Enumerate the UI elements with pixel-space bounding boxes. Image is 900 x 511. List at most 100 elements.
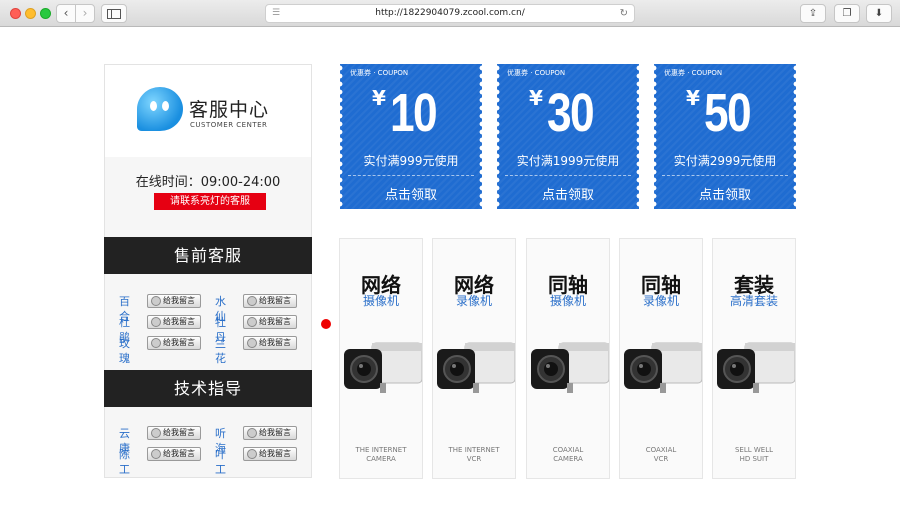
coupon-divider bbox=[348, 175, 474, 176]
leave-message-button[interactable]: 给我留言 bbox=[243, 447, 297, 461]
qq-icon bbox=[247, 338, 257, 348]
product-subtitle[interactable]: 录像机 bbox=[620, 292, 702, 309]
claim-coupon-button[interactable]: 点击领取 bbox=[654, 184, 796, 203]
leave-message-button[interactable]: 给我留言 bbox=[243, 426, 297, 440]
leave-message-button[interactable]: 给我留言 bbox=[243, 294, 297, 308]
service-logo: 客服中心 CUSTOMER CENTER bbox=[105, 65, 311, 157]
minimize-window-button[interactable] bbox=[25, 8, 36, 19]
agent-name[interactable]: 兰花 bbox=[215, 336, 226, 366]
service-title: 客服中心 bbox=[189, 99, 270, 121]
product-card[interactable]: 套装 高清套装 SELL WELL HD SUIT bbox=[712, 238, 796, 479]
product-english: THE INTERNET CAMERA bbox=[340, 446, 422, 464]
leave-message-label: 给我留言 bbox=[259, 428, 291, 437]
chevron-right-icon: › bbox=[82, 6, 88, 20]
sidebar-icon bbox=[107, 9, 121, 19]
qq-icon bbox=[151, 317, 161, 327]
product-english: COAXIAL CAMERA bbox=[527, 446, 609, 464]
product-en-line2: HD SUIT bbox=[739, 455, 769, 463]
show-tabs-button[interactable]: ❐ bbox=[834, 4, 860, 23]
close-window-button[interactable] bbox=[10, 8, 21, 19]
downloads-button[interactable]: ⬇ bbox=[866, 4, 892, 23]
product-image[interactable] bbox=[715, 339, 796, 399]
product-en-line1: SELL WELL bbox=[734, 446, 774, 454]
product-en-line1: THE INTERNET bbox=[355, 446, 407, 454]
product-subtitle[interactable]: 高清套装 bbox=[713, 292, 795, 309]
product-card[interactable]: 网络 录像机 THE INTERNET VCR bbox=[432, 238, 516, 479]
product-en-line2: VCR bbox=[653, 455, 669, 463]
claim-coupon-button[interactable]: 点击领取 bbox=[497, 184, 639, 203]
coupon-tag: 优惠券 · COUPON bbox=[507, 69, 566, 77]
camera-icon bbox=[531, 342, 610, 393]
product-image[interactable] bbox=[435, 339, 516, 399]
product-en-line1: THE INTERNET bbox=[448, 446, 500, 454]
currency-symbol: ¥ bbox=[372, 86, 386, 110]
sidebar-toggle-button[interactable] bbox=[101, 4, 127, 23]
leave-message-label: 给我留言 bbox=[259, 317, 291, 326]
coupon-amount: 50 bbox=[704, 83, 752, 143]
reader-menu-icon[interactable]: ☰ bbox=[272, 5, 280, 22]
currency-symbol: ¥ bbox=[686, 86, 700, 110]
url-text: http://1822904079.zcool.com.cn/ bbox=[375, 8, 525, 18]
coupon-card[interactable]: 优惠券 · COUPON ¥30 实付满1999元使用 点击领取 bbox=[497, 64, 639, 209]
coupon-card[interactable]: 优惠券 · COUPON ¥50 实付满2999元使用 点击领取 bbox=[654, 64, 796, 209]
leave-message-label: 给我留言 bbox=[259, 296, 291, 305]
leave-message-button[interactable]: 给我留言 bbox=[147, 294, 201, 308]
leave-message-button[interactable]: 给我留言 bbox=[243, 336, 297, 350]
qq-icon bbox=[247, 296, 257, 306]
camera-icon bbox=[437, 342, 516, 393]
product-english: THE INTERNET VCR bbox=[433, 446, 515, 464]
product-image[interactable] bbox=[622, 339, 703, 399]
qq-icon bbox=[151, 338, 161, 348]
agent-name[interactable]: 玫瑰 bbox=[119, 336, 130, 366]
reload-icon[interactable]: ↻ bbox=[620, 5, 628, 22]
product-card[interactable]: 同轴 录像机 COAXIAL VCR bbox=[619, 238, 703, 479]
product-en-line2: CAMERA bbox=[553, 455, 583, 463]
coupon-card[interactable]: 优惠券 · COUPON ¥10 实付满999元使用 点击领取 bbox=[340, 64, 482, 209]
product-en-line1: COAXIAL bbox=[552, 446, 584, 454]
service-subtitle: CUSTOMER CENTER bbox=[190, 121, 268, 129]
online-hours: 在线时间：09:00-24:00 bbox=[135, 175, 281, 190]
back-button[interactable]: ‹ bbox=[56, 4, 76, 23]
leave-message-button[interactable]: 给我留言 bbox=[147, 426, 201, 440]
coupon-amount: 30 bbox=[547, 83, 595, 143]
qq-icon bbox=[247, 449, 257, 459]
chat-bubble-icon bbox=[137, 87, 183, 131]
camera-icon bbox=[717, 342, 796, 393]
product-subtitle[interactable]: 摄像机 bbox=[527, 292, 609, 309]
agent-name[interactable]: 叶工 bbox=[215, 447, 226, 477]
leave-message-button[interactable]: 给我留言 bbox=[147, 315, 201, 329]
share-icon: ⇪ bbox=[808, 8, 818, 19]
tabs-icon: ❐ bbox=[842, 8, 852, 19]
leave-message-label: 给我留言 bbox=[163, 296, 195, 305]
leave-message-button[interactable]: 给我留言 bbox=[147, 447, 201, 461]
share-button[interactable]: ⇪ bbox=[800, 4, 826, 23]
product-en-line2: VCR bbox=[466, 455, 482, 463]
leave-message-label: 给我留言 bbox=[163, 317, 195, 326]
product-en-line1: COAXIAL bbox=[645, 446, 677, 454]
qq-icon bbox=[151, 449, 161, 459]
camera-icon bbox=[624, 342, 703, 393]
forward-button[interactable]: › bbox=[75, 4, 95, 23]
address-bar[interactable]: ☰ http://1822904079.zcool.com.cn/ ↻ bbox=[265, 4, 635, 23]
camera-icon bbox=[344, 342, 423, 393]
claim-coupon-button[interactable]: 点击领取 bbox=[340, 184, 482, 203]
qq-icon bbox=[151, 428, 161, 438]
agent-name[interactable]: 陈工 bbox=[119, 447, 130, 477]
qq-icon bbox=[151, 296, 161, 306]
leave-message-button[interactable]: 给我留言 bbox=[243, 315, 297, 329]
product-image[interactable] bbox=[529, 339, 610, 399]
chevron-left-icon: ‹ bbox=[63, 6, 69, 20]
presale-header: 售前客服 bbox=[104, 237, 312, 274]
zoom-window-button[interactable] bbox=[40, 8, 51, 19]
customer-service-panel: 客服中心 CUSTOMER CENTER 在线时间：09:00-24:00 请联… bbox=[104, 64, 312, 478]
product-image[interactable] bbox=[342, 339, 423, 399]
coupon-condition: 实付满999元使用 bbox=[363, 154, 459, 168]
leave-message-button[interactable]: 给我留言 bbox=[147, 336, 201, 350]
browser-toolbar: ‹ › ☰ http://1822904079.zcool.com.cn/ ↻ … bbox=[0, 0, 900, 27]
product-subtitle[interactable]: 录像机 bbox=[433, 292, 515, 309]
product-card[interactable]: 网络 摄像机 THE INTERNET CAMERA bbox=[339, 238, 423, 479]
product-subtitle[interactable]: 摄像机 bbox=[340, 292, 422, 309]
download-icon: ⬇ bbox=[874, 8, 884, 19]
product-card[interactable]: 同轴 摄像机 COAXIAL CAMERA bbox=[526, 238, 610, 479]
leave-message-label: 给我留言 bbox=[163, 428, 195, 437]
